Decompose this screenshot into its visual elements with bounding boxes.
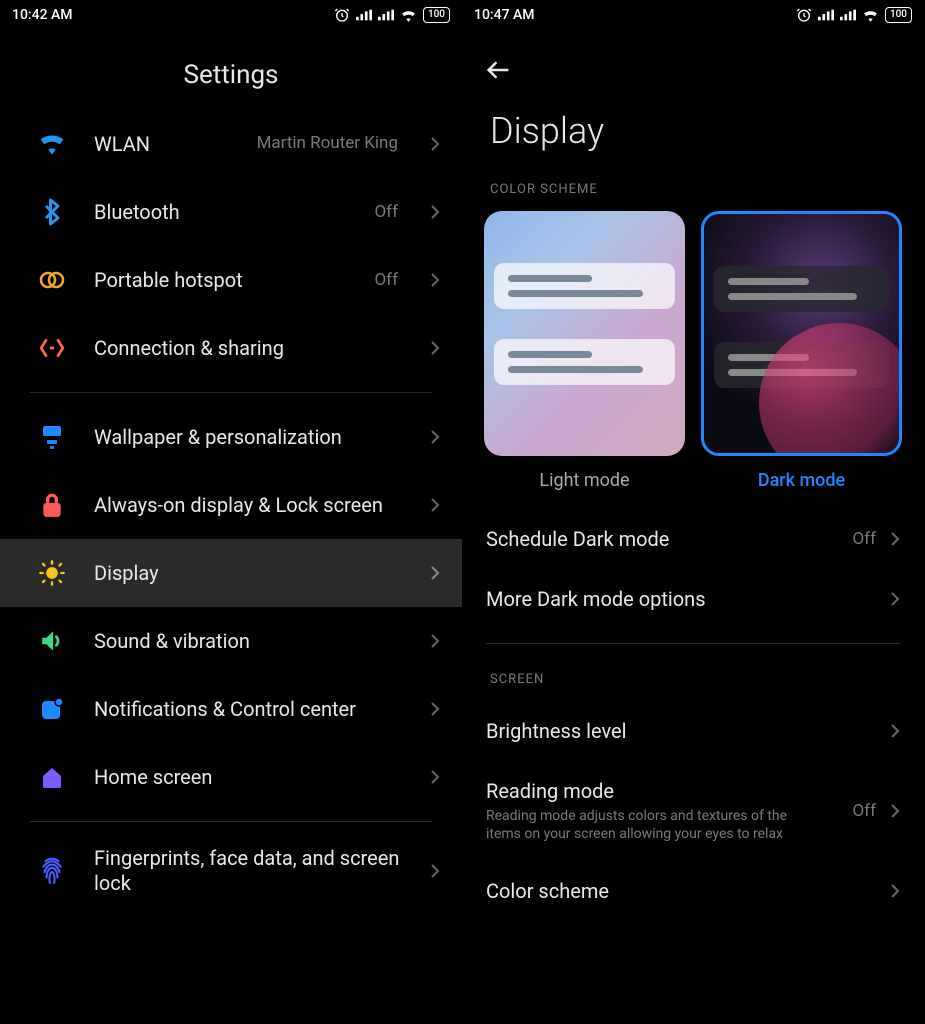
chevron-right-icon — [890, 591, 900, 607]
row-value: Off — [852, 801, 876, 821]
divider — [30, 821, 432, 822]
chevron-right-icon — [430, 701, 440, 717]
battery-icon: 100 — [423, 7, 450, 23]
row-hotspot[interactable]: Portable hotspot Off — [0, 246, 462, 314]
signal-icon-2 — [840, 9, 856, 21]
signal-icon — [818, 9, 834, 21]
row-wlan[interactable]: WLAN Martin Router King — [0, 110, 462, 178]
chevron-right-icon — [890, 803, 900, 819]
row-value: Martin Router King — [257, 134, 398, 154]
chevron-right-icon — [430, 340, 440, 356]
row-label: WLAN — [94, 132, 231, 157]
row-home-screen[interactable]: Home screen — [0, 743, 462, 811]
row-label: Fingerprints, face data, and screen lock — [94, 846, 404, 896]
row-more-dark-mode[interactable]: More Dark mode options — [462, 569, 924, 629]
fingerprint-icon — [36, 855, 68, 887]
row-label: Brightness level — [486, 719, 880, 743]
lock-icon — [36, 489, 68, 521]
chevron-right-icon — [890, 883, 900, 899]
row-label: More Dark mode options — [486, 587, 880, 611]
row-wallpaper[interactable]: Wallpaper & personalization — [0, 403, 462, 471]
settings-screen: 10:42 AM 100 Settings WLAN Martin Router… — [0, 0, 462, 1024]
section-color-scheme: COLOR SCHEME — [462, 176, 924, 211]
row-label: Notifications & Control center — [94, 697, 404, 722]
row-label: Reading mode — [486, 779, 842, 803]
chevron-right-icon — [890, 531, 900, 547]
chevron-right-icon — [430, 204, 440, 220]
back-button[interactable] — [484, 56, 512, 84]
row-color-scheme[interactable]: Color scheme — [462, 861, 924, 921]
status-time: 10:42 AM — [12, 7, 73, 23]
sharing-icon — [36, 332, 68, 364]
row-brightness[interactable]: Brightness level — [462, 701, 924, 761]
status-icons: 100 — [796, 7, 912, 23]
alarm-icon — [334, 7, 350, 23]
page-title: Display — [462, 90, 924, 176]
row-label: Home screen — [94, 765, 404, 790]
dark-mode-option[interactable]: Dark mode — [701, 211, 902, 491]
row-label: Sound & vibration — [94, 629, 404, 654]
sun-icon — [36, 557, 68, 589]
chevron-right-icon — [430, 429, 440, 445]
battery-icon: 100 — [885, 7, 912, 23]
status-time: 10:47 AM — [474, 7, 535, 23]
wifi-icon — [400, 9, 417, 22]
status-bar: 10:47 AM 100 — [462, 0, 924, 30]
chevron-right-icon — [430, 272, 440, 288]
row-value: Off — [374, 270, 398, 290]
wallpaper-icon — [36, 421, 68, 453]
chevron-right-icon — [430, 769, 440, 785]
divider — [30, 392, 432, 393]
chevron-right-icon — [890, 723, 900, 739]
row-sound[interactable]: Sound & vibration — [0, 607, 462, 675]
row-label: Portable hotspot — [94, 268, 348, 293]
signal-icon-2 — [378, 9, 394, 21]
row-value: Off — [852, 529, 876, 549]
wifi-icon — [862, 9, 879, 22]
alarm-icon — [796, 7, 812, 23]
row-reading-mode[interactable]: Reading mode Reading mode adjusts colors… — [462, 761, 924, 861]
row-aod-lockscreen[interactable]: Always-on display & Lock screen — [0, 471, 462, 539]
page-title: Settings — [0, 30, 462, 110]
chevron-right-icon — [430, 565, 440, 581]
display-screen: 10:47 AM 100 Display COLOR SCHEME Light … — [462, 0, 924, 1024]
control-center-icon — [36, 693, 68, 725]
row-display[interactable]: Display — [0, 539, 462, 607]
row-label: Schedule Dark mode — [486, 527, 842, 551]
divider — [486, 643, 900, 644]
chevron-right-icon — [430, 863, 440, 879]
row-bluetooth[interactable]: Bluetooth Off — [0, 178, 462, 246]
row-schedule-dark-mode[interactable]: Schedule Dark mode Off — [462, 509, 924, 569]
color-scheme-selector: Light mode Dark mode — [462, 211, 924, 491]
chevron-right-icon — [430, 633, 440, 649]
header — [462, 30, 924, 90]
wifi-icon — [36, 128, 68, 160]
bluetooth-icon — [36, 196, 68, 228]
signal-icon — [356, 9, 372, 21]
light-mode-preview — [484, 211, 685, 456]
row-label: Color scheme — [486, 879, 880, 903]
dark-mode-preview — [701, 211, 902, 456]
chevron-right-icon — [430, 136, 440, 152]
section-screen: SCREEN — [462, 658, 924, 701]
status-bar: 10:42 AM 100 — [0, 0, 462, 30]
hotspot-icon — [36, 264, 68, 296]
row-label: Bluetooth — [94, 200, 348, 225]
row-biometrics[interactable]: Fingerprints, face data, and screen lock — [0, 832, 462, 910]
light-mode-label: Light mode — [539, 470, 629, 491]
dark-mode-label: Dark mode — [758, 470, 845, 491]
row-subtitle: Reading mode adjusts colors and textures… — [486, 807, 816, 843]
status-icons: 100 — [334, 7, 450, 23]
home-icon — [36, 761, 68, 793]
row-connection-sharing[interactable]: Connection & sharing — [0, 314, 462, 382]
row-label: Always-on display & Lock screen — [94, 493, 404, 518]
row-label: Display — [94, 561, 404, 586]
row-value: Off — [374, 202, 398, 222]
speaker-icon — [36, 625, 68, 657]
light-mode-option[interactable]: Light mode — [484, 211, 685, 491]
row-label: Connection & sharing — [94, 336, 404, 361]
row-notifications[interactable]: Notifications & Control center — [0, 675, 462, 743]
chevron-right-icon — [430, 497, 440, 513]
row-label: Wallpaper & personalization — [94, 425, 404, 450]
